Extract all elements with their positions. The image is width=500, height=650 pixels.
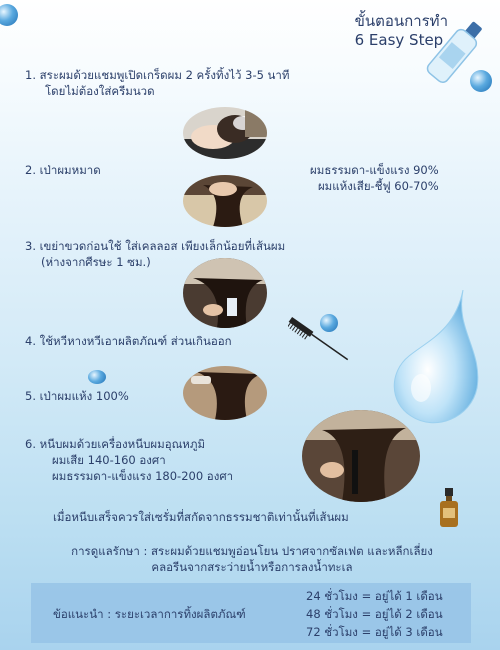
step-4: 4. ใช้หวีหางหวีเอาผลิตภัณฑ์ ส่วนเกินออก [25,333,232,349]
water-drop-icon [393,290,479,424]
step-5-line-1: 5. เป่าผมแห้ง 100% [25,389,129,403]
step-2-photo [183,175,267,227]
advice-label: ข้อแนะนำ : ระยะเวลาการทิ้งผลิตภัณฑ์ [53,607,246,621]
care-line-2: คลอรีนจากสระว่ายน้ำหรือการลงน้ำทะเล [151,560,353,574]
step-6-line-2: ผมเสีย 140-160 องศา [52,453,166,467]
step-1: 1. สระผมด้วยแชมพูเปิดเกร็ดผม 2 ครั้งทิ้ง… [25,67,289,99]
step-6: 6. หนีบผมด้วยเครื่องหนีบผมอุณหภูมิ ผมเสี… [25,436,233,484]
step-5: 5. เป่าผมแห้ง 100% [25,388,129,404]
advice-row: 72 ชั่วโมง = อยู่ได้ 3 เดือน [306,625,443,639]
care-note: การดูแลรักษา : สระผมด้วยแชมพูอ่อนโยน ปรา… [52,543,452,575]
step-3-photo [183,258,267,328]
step-6-photo [302,410,420,502]
step-6-line-3: ผมธรรมดา-แข็งแรง 180-200 องศา [52,469,234,483]
product-bottle-icon [426,21,482,84]
serum-note: เมื่อหนีบเสร็จควรใส่เซรั่มที่สกัดจากธรรม… [53,510,349,524]
step-1-line-1: 1. สระผมด้วยแชมพูเปิดเกร็ดผม 2 ครั้งทิ้ง… [25,68,290,82]
dry-notes: ผมธรรมดา-แข็งแรง 90% ผมแห้งเสีย-ชี้ฟู 60… [310,162,439,194]
advice-row: 24 ชั่วโมง = อยู่ได้ 1 เดือน [306,589,443,603]
dry-note-damaged: ผมแห้งเสีย-ชี้ฟู 60-70% [317,179,439,193]
serum-bottle-icon [440,488,458,527]
swirl-icon [0,4,18,26]
step-1-photo [183,107,267,159]
advice-rows: 24 ชั่วโมง = อยู่ได้ 1 เดือน 48 ชั่วโมง … [306,587,443,641]
step-1-line-2: โดยไม่ต้องใส่ครีมนวด [45,84,155,98]
step-3-line-1: 3. เขย่าขวดก่อนใช้ ใส่เคลลอส เพียงเล็กน้… [25,239,286,253]
step-6-line-1: 6. หนีบผมด้วยเครื่องหนีบผมอุณหภูมิ [25,437,206,451]
swirl-icon [88,370,106,384]
dry-note-normal: ผมธรรมดา-แข็งแรง 90% [310,163,439,177]
advice-box: ข้อแนะนำ : ระยะเวลาการทิ้งผลิตภัณฑ์ 24 ช… [31,583,471,643]
care-line-1: การดูแลรักษา : สระผมด้วยแชมพูอ่อนโยน ปรา… [71,544,433,558]
step-2-line-1: 2. เป่าผมหมาด [25,163,101,177]
step-2: 2. เป่าผมหมาด [25,162,101,178]
advice-row: 48 ชั่วโมง = อยู่ได้ 2 เดือน [306,607,443,621]
step-5-photo [183,366,267,420]
tail-comb-icon [288,316,349,361]
step-4-line-1: 4. ใช้หวีหางหวีเอาผลิตภัณฑ์ ส่วนเกินออก [25,334,232,348]
